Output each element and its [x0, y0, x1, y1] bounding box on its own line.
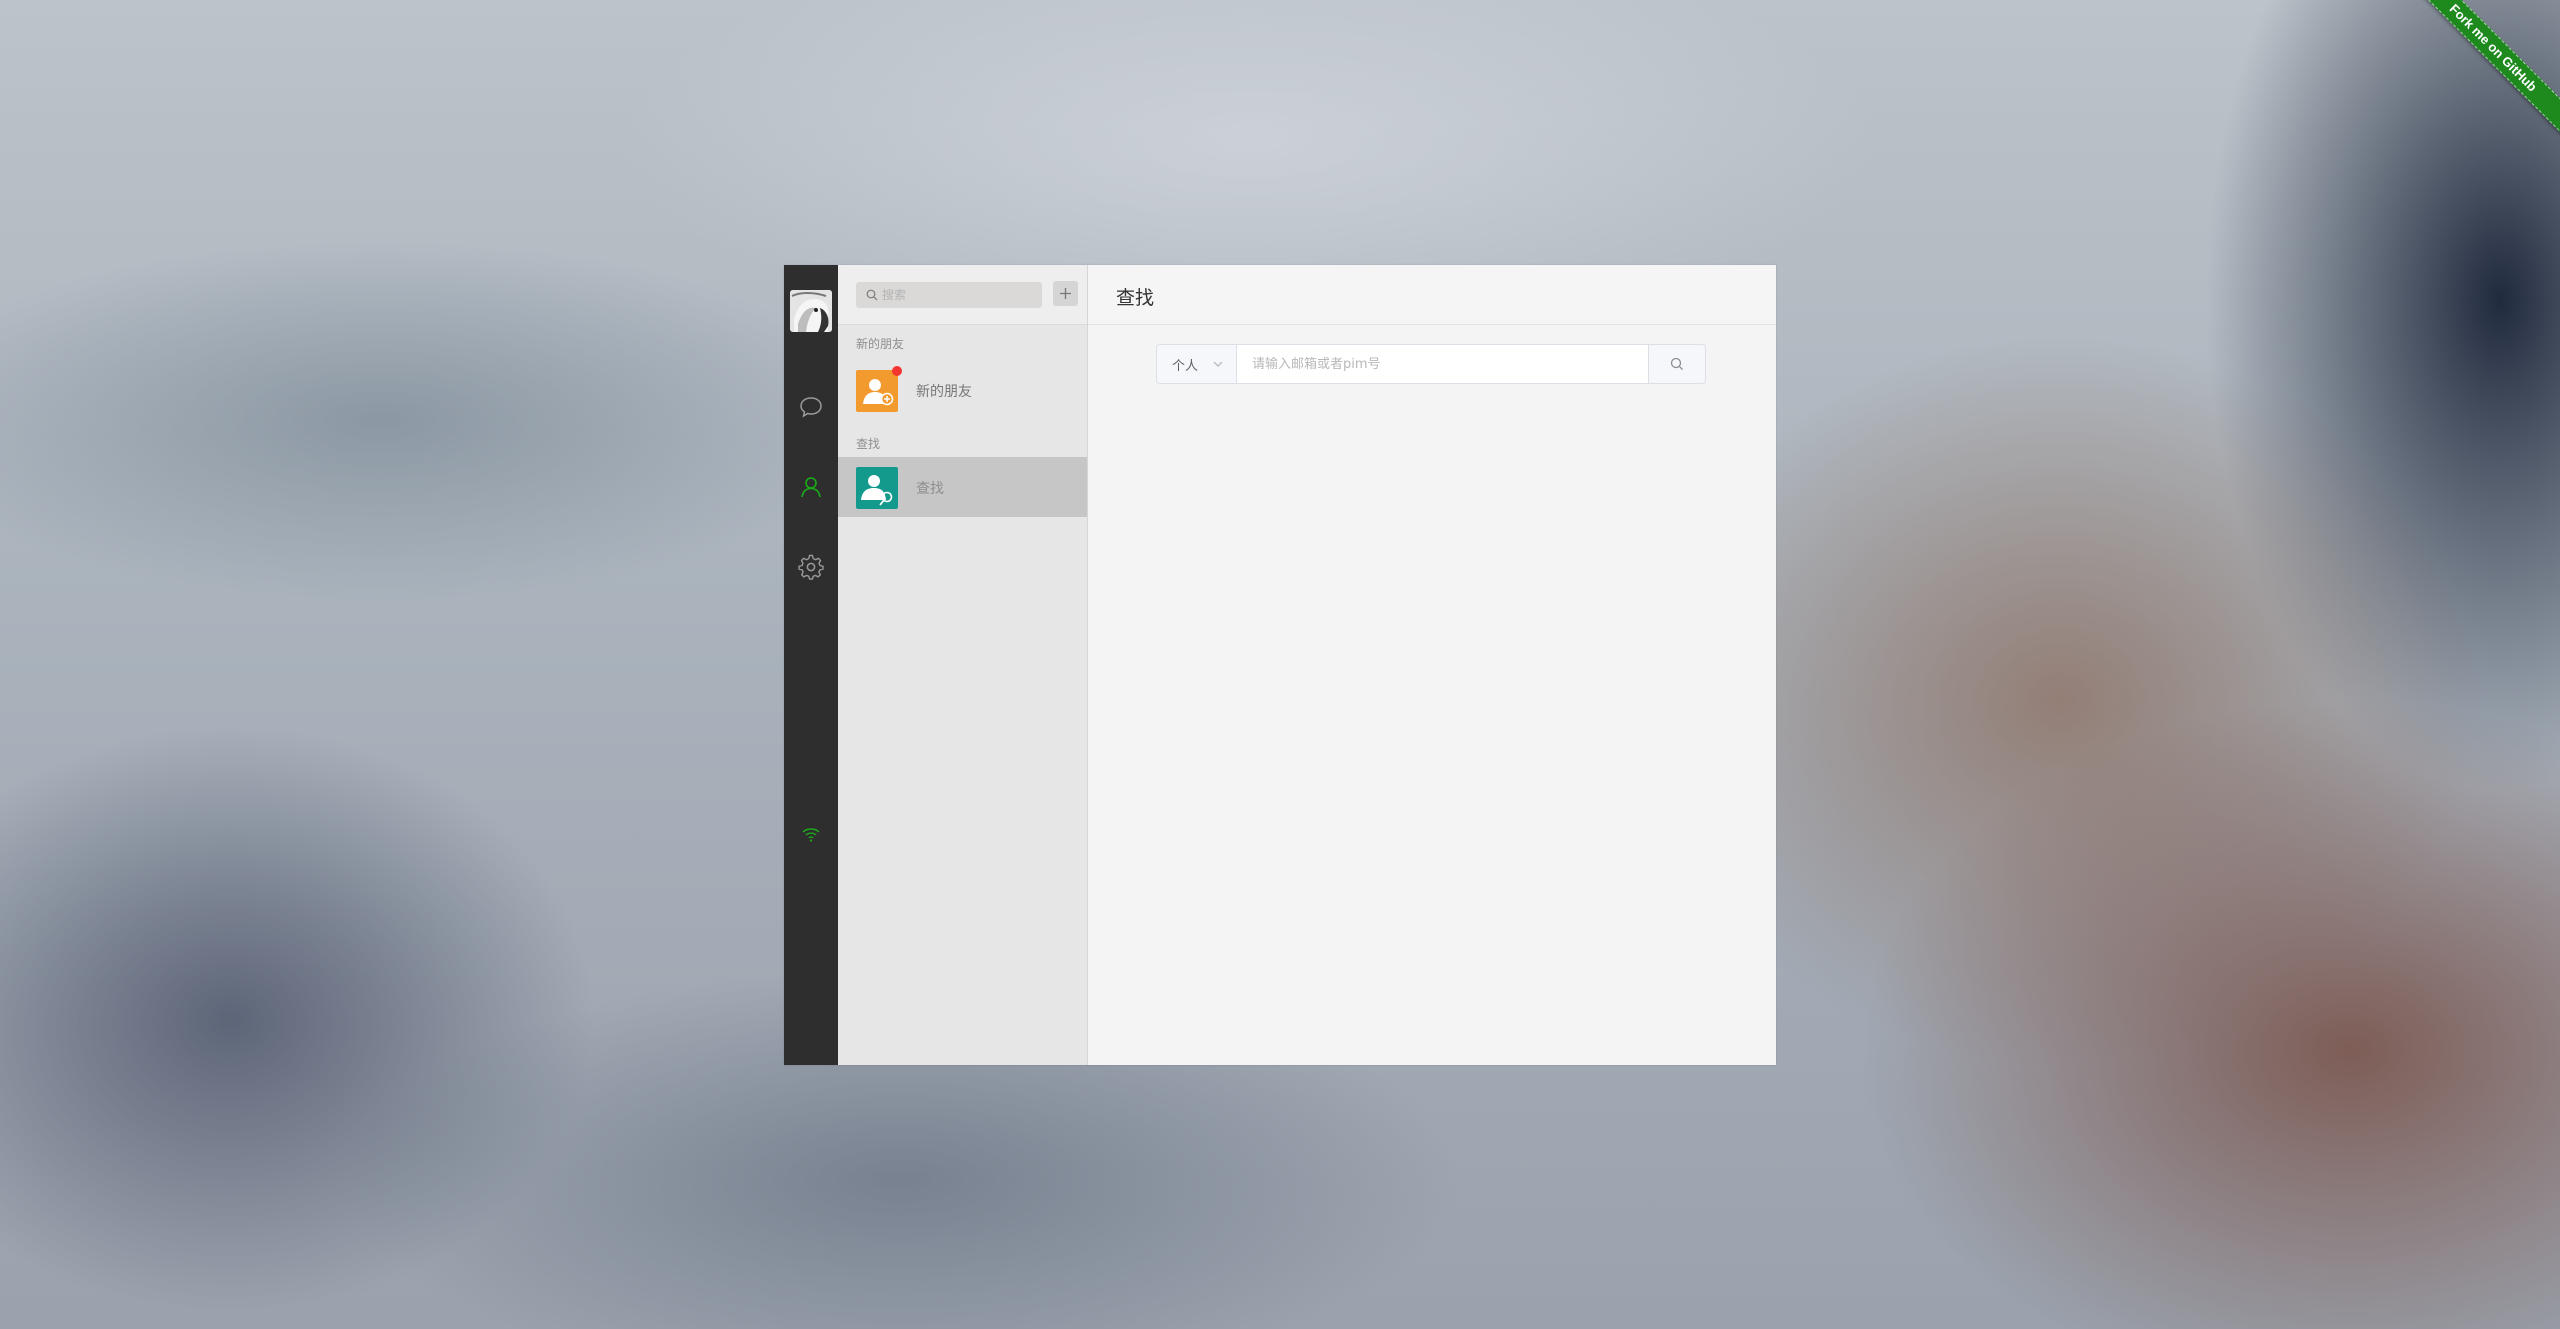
chevron-down-icon	[1212, 358, 1224, 374]
contact-search-box[interactable]	[856, 282, 1042, 308]
find-person-icon	[856, 467, 898, 509]
chat-icon[interactable]	[797, 393, 825, 421]
main-content: 查找 个人	[1088, 265, 1776, 1065]
search-type-value: 个人	[1172, 358, 1199, 374]
list-item-label: 查找	[916, 481, 944, 497]
fork-on-github-link[interactable]: Fork me on GitHub	[2411, 0, 2560, 138]
plus-icon	[1059, 287, 1072, 300]
search-type-select[interactable]: 个人	[1156, 344, 1236, 384]
find-search-button[interactable]	[1649, 344, 1706, 384]
contacts-icon[interactable]	[797, 473, 825, 501]
group-label-find: 查找	[856, 437, 881, 451]
content-header: 查找	[1088, 265, 1776, 325]
list-item-new-friends[interactable]: 新的朋友	[838, 360, 1087, 420]
group-label-new-friends: 新的朋友	[856, 337, 905, 351]
new-friend-avatar	[856, 366, 902, 412]
find-avatar	[856, 467, 898, 509]
user-finder: 个人	[1156, 344, 1706, 384]
search-icon	[866, 289, 878, 301]
add-button[interactable]	[1053, 281, 1078, 306]
contact-search-input[interactable]	[882, 288, 1032, 302]
list-header	[838, 265, 1087, 325]
contact-list-pane: 新的朋友 新的朋友 查找	[838, 265, 1088, 1065]
nav-rail	[784, 265, 838, 1065]
settings-icon[interactable]	[797, 553, 825, 581]
search-icon	[1670, 357, 1684, 371]
wifi-icon	[797, 820, 825, 848]
chat-app-window: 新的朋友 新的朋友 查找	[784, 265, 1776, 1065]
email-or-id-input[interactable]	[1236, 344, 1649, 384]
page-title: 查找	[1116, 287, 1155, 309]
list-item-find[interactable]: 查找	[838, 457, 1087, 517]
list-item-label: 新的朋友	[916, 384, 972, 400]
add-friend-icon	[856, 370, 898, 412]
notification-badge	[892, 366, 902, 376]
github-ribbon-wrap: Fork me on GitHub	[2411, 0, 2560, 149]
user-avatar[interactable]	[790, 290, 832, 332]
